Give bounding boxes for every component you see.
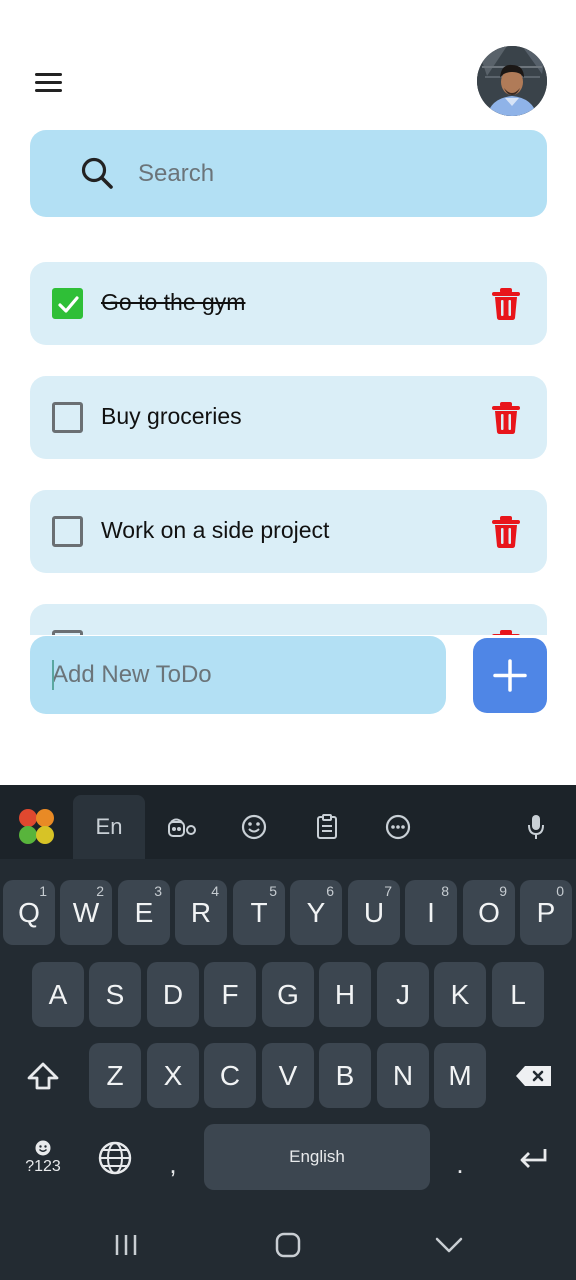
key-h[interactable]: H xyxy=(319,962,371,1027)
todo-text: Go to the gym xyxy=(101,289,246,315)
key-y[interactable]: 6Y xyxy=(290,880,342,945)
key-a[interactable]: A xyxy=(32,962,84,1027)
todo-item: Work on a side project xyxy=(30,490,547,573)
sticker-icon[interactable] xyxy=(160,795,204,859)
shift-key[interactable] xyxy=(14,1043,72,1108)
key-u[interactable]: 7U xyxy=(348,880,400,945)
todo-checkbox[interactable] xyxy=(52,516,83,547)
emoji-small-icon xyxy=(35,1140,51,1155)
globe-key[interactable] xyxy=(89,1125,141,1190)
globe-icon xyxy=(98,1141,132,1174)
key-c[interactable]: C xyxy=(204,1043,256,1108)
menu-bar xyxy=(35,81,62,84)
app-logo-icon[interactable] xyxy=(12,795,62,859)
back-button[interactable] xyxy=(423,1220,475,1270)
space-key[interactable]: English xyxy=(204,1124,430,1190)
key-j[interactable]: J xyxy=(377,962,429,1027)
search-bar[interactable] xyxy=(30,130,547,217)
todo-checkbox[interactable] xyxy=(52,630,83,635)
system-navigation-bar xyxy=(0,1210,576,1280)
text-cursor xyxy=(52,660,54,690)
key-v[interactable]: V xyxy=(262,1043,314,1108)
menu-button[interactable] xyxy=(30,68,68,96)
todo-text: Buy groceries xyxy=(101,403,242,429)
more-icon[interactable] xyxy=(376,795,420,859)
home-icon xyxy=(275,1232,301,1258)
recent-apps-button[interactable] xyxy=(100,1220,152,1270)
todo-checkbox-checked[interactable] xyxy=(52,288,83,319)
key-o[interactable]: 9O xyxy=(463,880,515,945)
key-t[interactable]: 5T xyxy=(233,880,285,945)
key-b[interactable]: B xyxy=(319,1043,371,1108)
language-tab[interactable]: En xyxy=(73,795,145,859)
todo-checkbox[interactable] xyxy=(52,402,83,433)
backspace-icon xyxy=(516,1065,551,1086)
delete-icon[interactable] xyxy=(491,515,521,549)
enter-icon xyxy=(520,1148,547,1168)
shift-icon xyxy=(27,1062,59,1089)
search-icon xyxy=(81,157,113,189)
key-l[interactable]: L xyxy=(492,962,544,1027)
symbols-key[interactable]: ?123 xyxy=(14,1125,72,1190)
key-q[interactable]: 1Q xyxy=(3,880,55,945)
add-todo-button[interactable] xyxy=(473,638,547,713)
key-w[interactable]: 2W xyxy=(60,880,112,945)
check-icon xyxy=(58,296,79,313)
avatar-photo xyxy=(477,46,547,116)
todo-item: Buy groceries xyxy=(30,376,547,459)
delete-icon[interactable] xyxy=(491,287,521,321)
period-key[interactable]: . xyxy=(434,1125,486,1190)
menu-bar xyxy=(35,89,62,92)
delete-icon[interactable] xyxy=(491,401,521,435)
emoji-icon[interactable] xyxy=(232,795,276,859)
key-z[interactable]: Z xyxy=(89,1043,141,1108)
clipboard-icon[interactable] xyxy=(305,795,349,859)
todo-item: Go to the gym xyxy=(30,262,547,345)
key-n[interactable]: N xyxy=(377,1043,429,1108)
add-todo-input[interactable] xyxy=(52,654,432,696)
key-g[interactable]: G xyxy=(262,962,314,1027)
key-d[interactable]: D xyxy=(147,962,199,1027)
comma-key[interactable]: , xyxy=(147,1125,199,1190)
todo-list[interactable]: Go to the gym Buy groceries Work on a si… xyxy=(30,262,547,635)
key-m[interactable]: M xyxy=(434,1043,486,1108)
enter-key[interactable] xyxy=(505,1125,563,1190)
key-k[interactable]: K xyxy=(434,962,486,1027)
key-i[interactable]: 8I xyxy=(405,880,457,945)
key-p[interactable]: 0P xyxy=(520,880,572,945)
on-screen-keyboard: En 1 Q 2 W 3 E 4 R 5 T 6 Y 7 U 8 I 9 O 0… xyxy=(0,785,576,1280)
key-f[interactable]: F xyxy=(204,962,256,1027)
key-x[interactable]: X xyxy=(147,1043,199,1108)
chevron-down-icon xyxy=(435,1237,463,1253)
symbols-label: ?123 xyxy=(25,1157,61,1175)
add-todo-field[interactable] xyxy=(30,636,446,714)
key-e[interactable]: 3E xyxy=(118,880,170,945)
todo-text: Work on a side project xyxy=(101,517,330,543)
delete-icon[interactable] xyxy=(491,629,521,635)
todo-item xyxy=(30,604,547,635)
search-input[interactable] xyxy=(138,152,518,196)
keyboard-toolbar: En xyxy=(0,785,576,859)
home-button[interactable] xyxy=(262,1220,314,1270)
plus-icon xyxy=(493,659,527,692)
microphone-icon[interactable] xyxy=(514,795,558,859)
language-tab-label: En xyxy=(95,814,123,839)
recent-apps-icon xyxy=(115,1235,137,1255)
key-r[interactable]: 4R xyxy=(175,880,227,945)
menu-bar xyxy=(35,73,62,76)
key-s[interactable]: S xyxy=(89,962,141,1027)
backspace-key[interactable] xyxy=(505,1043,563,1108)
user-avatar[interactable] xyxy=(477,46,547,116)
